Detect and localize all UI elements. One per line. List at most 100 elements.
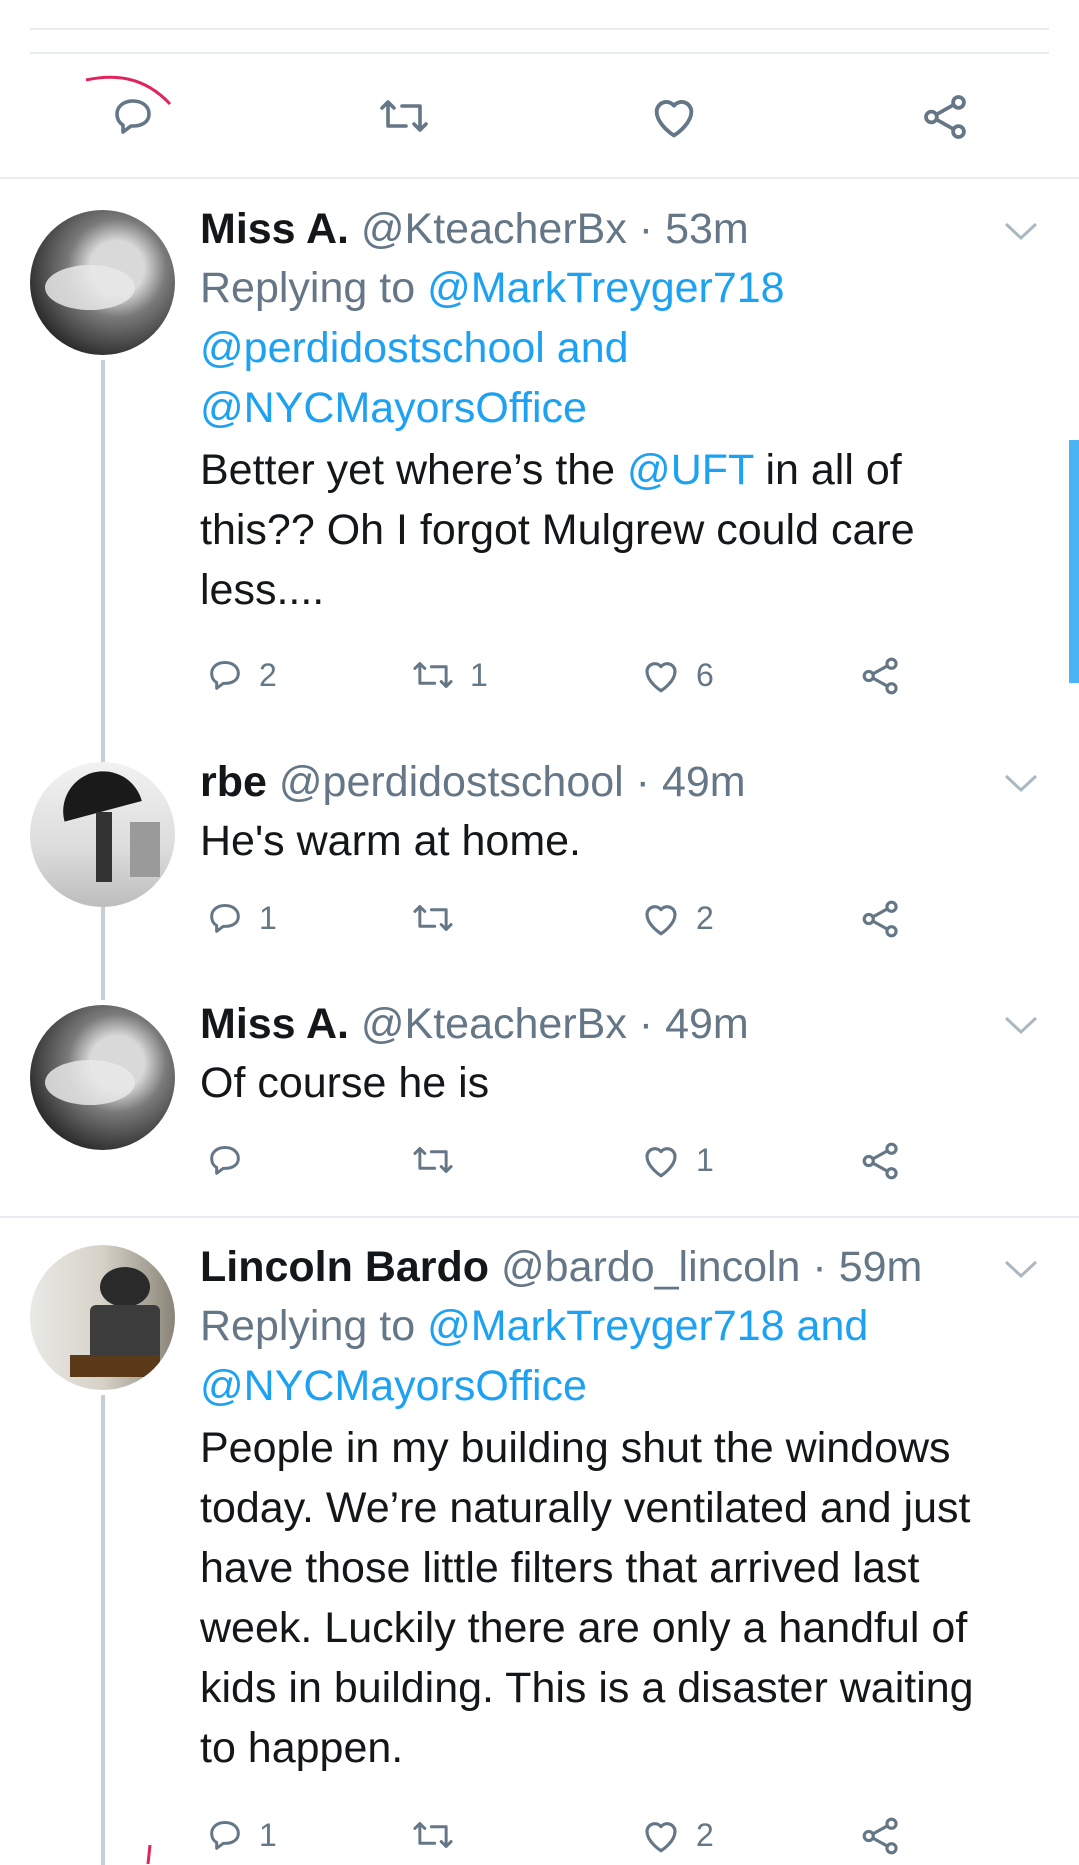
tweet-action-bar: 1 (200, 1140, 1039, 1190)
reply-button[interactable] (108, 92, 158, 140)
tweet-text-line: today. We’re naturally ventilated and ju… (200, 1484, 971, 1532)
like-button[interactable]: 2 (640, 1815, 714, 1855)
top-divider-2 (30, 52, 1049, 54)
user-handle[interactable]: @KteacherBx (361, 205, 627, 253)
reply-count: 1 (259, 1816, 277, 1853)
replying-to-line-3: @NYCMayorsOffice (200, 378, 1039, 438)
reply-button[interactable]: 1 (205, 898, 277, 938)
reply-icon (210, 661, 240, 690)
share-button[interactable] (920, 92, 972, 142)
reply-button[interactable]: 2 (205, 655, 277, 695)
like-button[interactable]: 2 (640, 898, 714, 938)
thread-line (101, 1395, 105, 1865)
reply-icon (115, 99, 151, 134)
user-handle[interactable]: @bardo_lincoln (501, 1243, 800, 1291)
heart-icon (654, 100, 694, 138)
share-button[interactable] (860, 655, 902, 697)
chevron-down-icon[interactable] (1003, 220, 1039, 242)
reply-icon (210, 904, 240, 933)
like-button[interactable]: 1 (640, 1140, 714, 1180)
display-name[interactable]: Miss A. (200, 205, 349, 253)
section-divider (0, 177, 1079, 179)
user-handle[interactable]: @KteacherBx (361, 1000, 627, 1048)
share-button[interactable] (860, 898, 902, 940)
replying-to: Replying to @MarkTreyger718 and (200, 1296, 1039, 1356)
avatar[interactable] (30, 1005, 175, 1150)
chevron-down-icon[interactable] (1003, 1014, 1039, 1036)
tweet-text-line: have those little filters that arrived l… (200, 1544, 920, 1592)
like-count: 2 (696, 1816, 714, 1853)
retweet-button[interactable]: 1 (410, 655, 488, 695)
tweet-header: Miss A. @KteacherBx · 53m (200, 200, 1039, 258)
mention-link[interactable]: @MarkTreyger718 (427, 264, 785, 312)
reply-count: 2 (259, 656, 277, 693)
tweet-text-line: kids in building. This is a disaster wai… (200, 1664, 974, 1712)
separator-dot: · (638, 205, 654, 253)
like-button[interactable] (648, 92, 700, 140)
share-button[interactable] (860, 1140, 902, 1182)
timestamp[interactable]: 53m (665, 205, 749, 253)
retweet-button[interactable] (410, 1815, 470, 1855)
retweet-icon (413, 905, 453, 931)
tweet-text-line: Better yet where’s the (200, 446, 616, 494)
chevron-down-icon[interactable] (1003, 772, 1039, 794)
timestamp[interactable]: 49m (662, 758, 746, 806)
separator-dot: · (638, 1000, 654, 1048)
tweet-content: Lincoln Bardo @bardo_lincoln · 59m Reply… (200, 1238, 1039, 1778)
tweet-text: Of course he is (200, 1053, 1039, 1113)
timestamp[interactable]: 49m (665, 1000, 749, 1048)
tweet-text: People in my building shut the windows t… (200, 1418, 1039, 1778)
timestamp[interactable]: 59m (839, 1243, 923, 1291)
retweet-button[interactable] (410, 1140, 470, 1180)
heart-icon (645, 905, 677, 936)
tweet-content: Miss A. @KteacherBx · 49m Of course he i… (200, 995, 1039, 1113)
like-count: 6 (696, 656, 714, 693)
like-count: 2 (696, 899, 714, 936)
tweet-divider (0, 1216, 1079, 1218)
retweet-icon (413, 1147, 453, 1173)
share-icon (862, 1142, 898, 1180)
mention-link[interactable]: @NYCMayorsOffice (200, 1362, 587, 1410)
top-divider-1 (30, 28, 1049, 30)
tweet-text-line: He's warm at home. (200, 817, 581, 865)
annotation-mark (146, 1845, 152, 1864)
tweet-header: Lincoln Bardo @bardo_lincoln · 59m (200, 1238, 1039, 1296)
main-tweet-action-bar (0, 56, 1079, 176)
tweet-text: Better yet where’s the @UFT in all of th… (200, 440, 1039, 620)
heart-icon (645, 1822, 677, 1853)
retweet-button[interactable] (410, 898, 470, 938)
tweet-text-line: less.... (200, 566, 325, 614)
tweet-text-line: to happen. (200, 1724, 404, 1772)
tweet-action-bar: 1 2 (200, 898, 1039, 948)
replying-prefix: Replying to (200, 264, 416, 312)
tweet-header: rbe @perdidostschool · 49m (200, 753, 1039, 811)
like-button[interactable]: 6 (640, 655, 714, 695)
display-name[interactable]: rbe (200, 758, 267, 806)
tweet-content: rbe @perdidostschool · 49m He's warm at … (200, 753, 1039, 871)
reply-button[interactable] (205, 1140, 259, 1180)
mention-link[interactable]: @perdidostschool (200, 324, 545, 372)
display-name[interactable]: Miss A. (200, 1000, 349, 1048)
retweet-icon (413, 662, 453, 688)
share-icon (862, 900, 898, 938)
share-button[interactable] (860, 1815, 902, 1857)
chevron-down-icon[interactable] (1003, 1258, 1039, 1280)
share-icon (862, 657, 898, 695)
separator-dot: · (812, 1243, 827, 1291)
retweet-button[interactable] (375, 92, 433, 140)
reply-icon (210, 1146, 240, 1175)
tweet-action-bar: 2 1 6 (200, 655, 1039, 705)
mention-link[interactable]: @UFT (627, 446, 753, 494)
avatar[interactable] (30, 762, 175, 907)
avatar[interactable] (30, 210, 175, 355)
reply-button[interactable]: 1 (205, 1815, 277, 1855)
heart-icon (645, 1147, 677, 1178)
mention-link[interactable]: @NYCMayorsOffice (200, 384, 587, 432)
scrollbar[interactable] (1069, 440, 1079, 683)
user-handle[interactable]: @perdidostschool (279, 758, 624, 806)
tweet-header: Miss A. @KteacherBx · 49m (200, 995, 1039, 1053)
replying-to-line-2: @NYCMayorsOffice (200, 1356, 1039, 1416)
display-name[interactable]: Lincoln Bardo (200, 1243, 489, 1291)
avatar[interactable] (30, 1245, 175, 1390)
mention-link[interactable]: @MarkTreyger718 and (427, 1302, 868, 1350)
